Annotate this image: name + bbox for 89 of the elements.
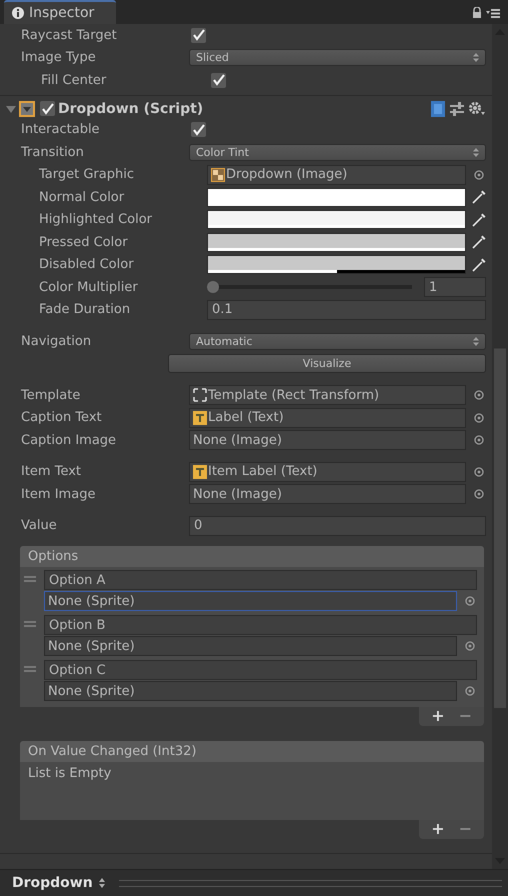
field-label: Highlighted Color — [38, 212, 154, 228]
remove-button[interactable]: − — [454, 820, 476, 837]
eyedropper-icon[interactable] — [472, 190, 486, 204]
object-picker-icon[interactable] — [472, 435, 486, 446]
object-field[interactable]: None (Image) — [189, 430, 466, 450]
updown-arrows-icon — [473, 336, 479, 346]
number-field[interactable]: 1 — [424, 277, 486, 298]
slider-thumb[interactable] — [207, 281, 219, 294]
object-picker-icon[interactable] — [472, 466, 486, 477]
checkbox[interactable] — [191, 122, 206, 138]
dropdown[interactable]: Automatic — [189, 332, 486, 350]
updown-arrows-icon — [473, 53, 479, 62]
add-button[interactable]: + — [427, 820, 449, 837]
field-label: Value — [20, 518, 58, 534]
object-field[interactable]: None (Image) — [189, 484, 466, 504]
checkbox[interactable] — [191, 28, 206, 43]
text-icon — [193, 410, 207, 425]
menu-icon[interactable] — [486, 8, 500, 18]
remove-button[interactable]: − — [454, 707, 476, 724]
field-label: Template — [20, 388, 82, 403]
preview-title[interactable]: Dropdown — [12, 875, 93, 891]
field-label: Navigation — [20, 334, 92, 349]
object-picker-icon[interactable] — [472, 390, 486, 400]
inspector-tab[interactable]: Inspector — [4, 0, 116, 24]
color-swatch[interactable] — [207, 188, 466, 207]
field-label: Transition — [20, 144, 85, 160]
option-text-field[interactable]: Option C — [44, 660, 477, 680]
help-book-icon[interactable] — [430, 100, 446, 116]
visualize-button[interactable]: Visualize — [168, 354, 486, 374]
lock-icon[interactable] — [472, 7, 482, 18]
image-icon — [211, 168, 225, 182]
expand-triangle-icon[interactable] — [6, 104, 16, 114]
color-swatch[interactable] — [207, 210, 466, 230]
object-picker-icon[interactable] — [463, 641, 477, 651]
field-label: Interactable — [20, 122, 101, 138]
field-label: Fill Center — [40, 72, 108, 88]
sprite-field[interactable]: None (Sprite) — [44, 591, 457, 611]
field-label: Color Multiplier — [38, 280, 139, 295]
field-label: Caption Text — [20, 410, 103, 426]
settings-icon[interactable] — [468, 100, 486, 116]
drag-handle-icon[interactable] — [24, 666, 36, 672]
field-label: Fade Duration — [38, 302, 132, 318]
color-swatch[interactable] — [207, 232, 466, 252]
field-label: Normal Color — [38, 190, 126, 205]
dropdown[interactable]: Sliced — [189, 49, 486, 66]
checkbox[interactable] — [211, 72, 226, 88]
checkbox[interactable] — [40, 101, 55, 116]
number-field[interactable]: 0.1 — [207, 300, 486, 320]
field-label: Pressed Color — [38, 234, 129, 250]
eyedropper-icon[interactable] — [472, 212, 486, 227]
field-label: Item Image — [20, 486, 96, 502]
field-label: Disabled Color — [38, 257, 135, 272]
sprite-field[interactable]: None (Sprite) — [44, 636, 457, 656]
component-title: Dropdown (Script) — [58, 100, 204, 116]
field-label: Caption Image — [20, 432, 118, 448]
number-field[interactable]: 0 — [189, 516, 486, 536]
script-icon — [19, 100, 35, 116]
eyedropper-icon[interactable] — [472, 258, 486, 272]
object-picker-icon[interactable] — [472, 170, 486, 180]
object-picker-icon[interactable] — [463, 686, 477, 696]
text-icon — [193, 464, 207, 479]
field-label: Item Text — [20, 464, 82, 480]
field-label: Image Type — [20, 50, 97, 66]
color-swatch[interactable] — [207, 255, 466, 274]
eyedropper-icon[interactable] — [472, 235, 486, 250]
object-field[interactable]: Template (Rect Transform) — [189, 385, 466, 406]
empty-list-text: List is Empty — [28, 766, 112, 781]
event-header: On Value Changed (Int32) — [20, 741, 484, 762]
object-picker-icon[interactable] — [463, 596, 477, 606]
option-text-field[interactable]: Option B — [44, 615, 477, 635]
object-field[interactable]: Item Label (Text) — [189, 462, 466, 482]
rect-transform-icon — [193, 388, 207, 402]
dropdown[interactable]: Color Tint — [189, 144, 486, 161]
field-label: Raycast Target — [20, 28, 118, 43]
info-icon — [12, 7, 24, 19]
sprite-field[interactable]: None (Sprite) — [44, 681, 457, 701]
updown-arrows-icon[interactable] — [98, 878, 105, 888]
drag-handle-icon[interactable] — [24, 576, 36, 582]
add-button[interactable]: + — [427, 707, 449, 724]
list-header: Options — [20, 546, 484, 567]
updown-arrows-icon — [473, 148, 479, 157]
sliders-icon[interactable] — [449, 100, 465, 116]
object-field[interactable]: Dropdown (Image) — [207, 164, 466, 185]
object-field[interactable]: Label (Text) — [189, 408, 466, 428]
drag-handle-icon[interactable] — [24, 621, 36, 627]
object-picker-icon[interactable] — [472, 489, 486, 500]
field-label: Target Graphic — [38, 167, 135, 182]
object-picker-icon[interactable] — [472, 412, 486, 423]
option-text-field[interactable]: Option A — [44, 570, 477, 590]
